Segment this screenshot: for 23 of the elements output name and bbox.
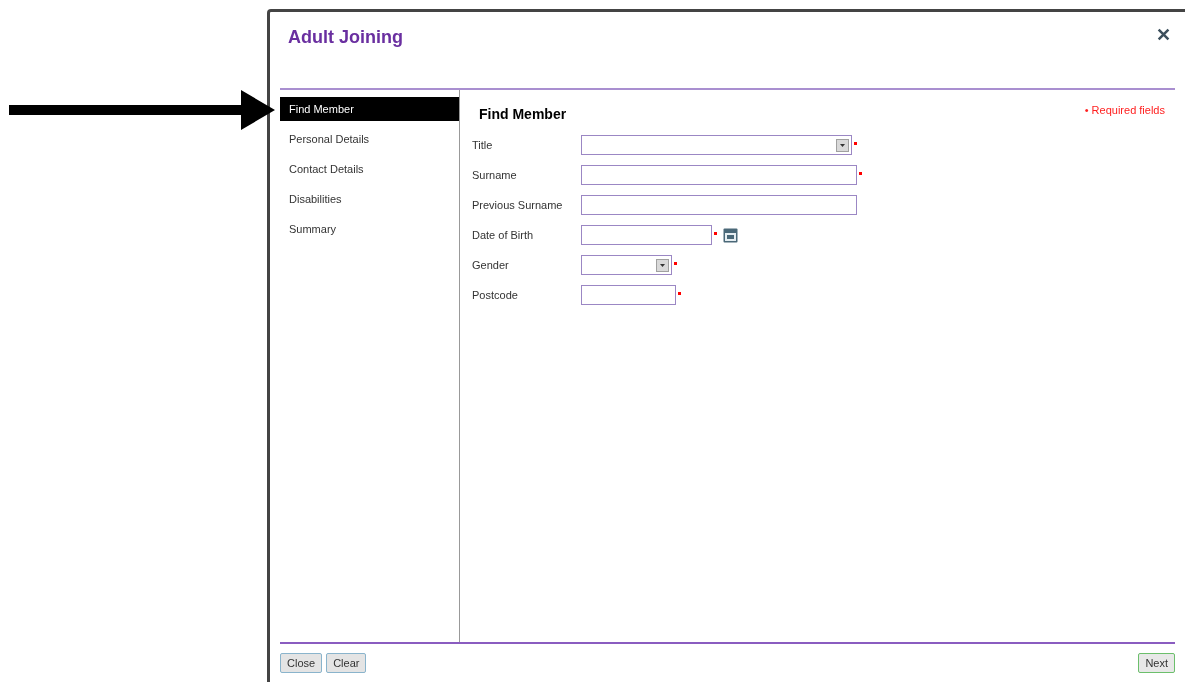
dialog-title: Adult Joining	[288, 26, 403, 49]
field-label: Surname	[472, 167, 518, 183]
calendar-icon[interactable]	[723, 227, 738, 243]
field-label: Previous Surname	[472, 197, 564, 213]
caret-icon	[836, 138, 849, 152]
dropdown[interactable]	[581, 135, 852, 155]
next-button[interactable]: Next	[1138, 653, 1175, 673]
field-label: Date of Birth	[472, 227, 535, 243]
text-field[interactable]	[581, 195, 857, 215]
field-label: Postcode	[472, 287, 519, 303]
footer-button[interactable]: Clear	[326, 653, 367, 673]
dropdown[interactable]	[581, 255, 672, 275]
step-item[interactable]: Find Member	[280, 97, 459, 121]
required-note: • Required fields	[1084, 103, 1165, 118]
field-label: Gender	[472, 257, 510, 273]
text-field[interactable]	[581, 225, 712, 245]
caret-icon	[656, 258, 669, 272]
field-label: Title	[472, 137, 494, 153]
section-heading: Find Member	[479, 105, 567, 124]
text-field[interactable]	[581, 285, 676, 305]
close-button[interactable]: ✕	[1156, 26, 1171, 44]
text-field[interactable]	[581, 165, 857, 185]
footer-button[interactable]: Close	[280, 653, 323, 673]
